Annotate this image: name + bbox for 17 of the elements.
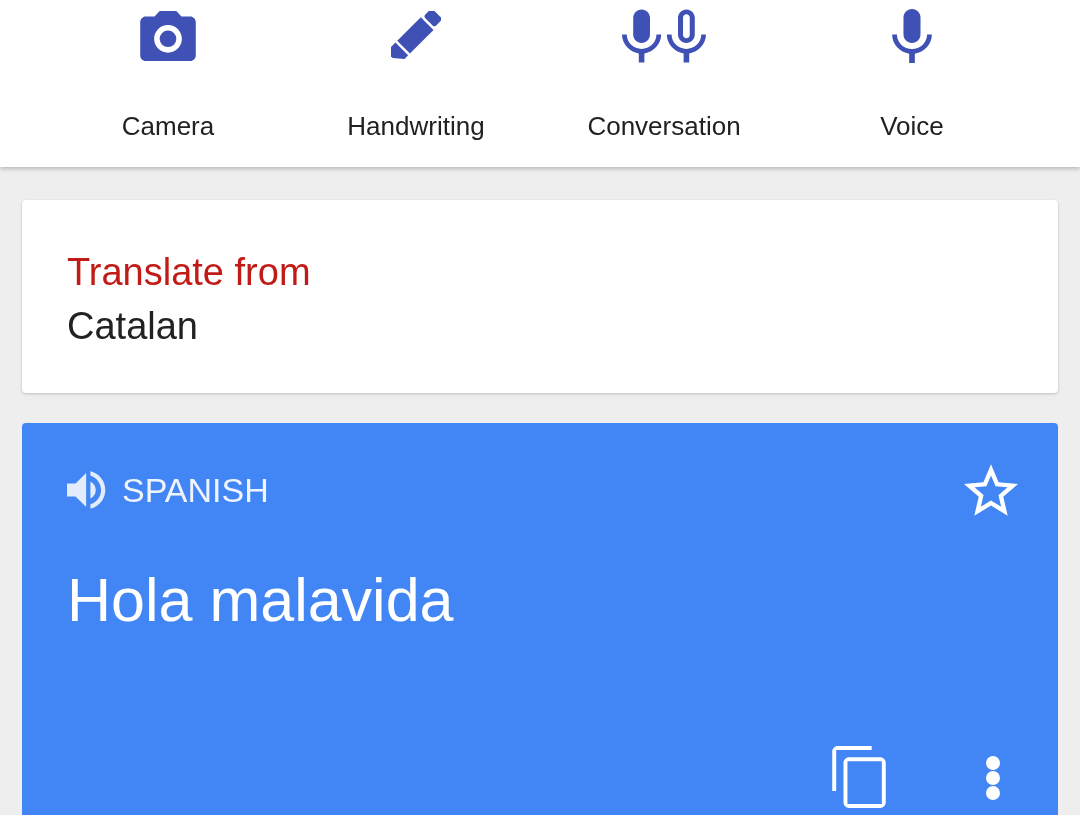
source-language-card[interactable]: Translate from Catalan bbox=[22, 200, 1058, 393]
star-icon[interactable] bbox=[964, 464, 1018, 516]
source-language-name: Catalan bbox=[67, 304, 198, 349]
translation-text: Hola malavida bbox=[67, 565, 455, 636]
translate-from-label: Translate from bbox=[67, 250, 311, 295]
input-mode-button[interactable]: Handwriting bbox=[292, 0, 540, 167]
speaker-icon[interactable] bbox=[67, 471, 107, 509]
target-language-label: SPANISH bbox=[122, 470, 269, 510]
input-mode-button[interactable]: Camera bbox=[44, 0, 292, 167]
input-mode-button[interactable]: Voice bbox=[788, 0, 1036, 167]
pen-icon bbox=[391, 11, 441, 61]
camera-icon bbox=[140, 11, 196, 61]
input-mode-button[interactable]: Conversation bbox=[540, 0, 788, 167]
microphone-pair-icon bbox=[622, 9, 706, 63]
copy-icon[interactable] bbox=[832, 746, 886, 808]
microphone-icon bbox=[892, 9, 932, 63]
more-options-icon[interactable] bbox=[985, 756, 1001, 800]
